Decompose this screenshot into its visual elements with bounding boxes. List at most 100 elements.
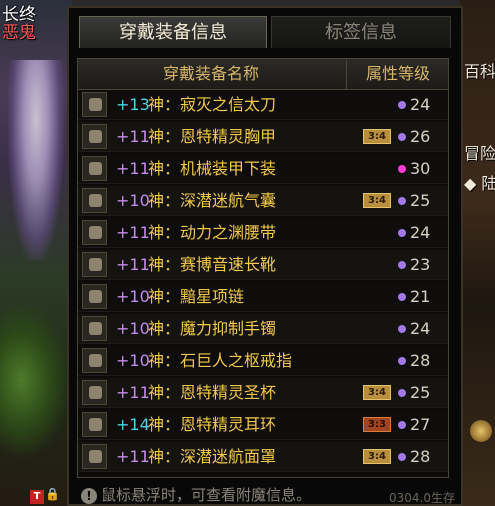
reinforce-level: +11: [116, 255, 150, 274]
table-row[interactable]: +10 神：深潜迷航气囊 3:4 25: [78, 186, 448, 216]
lock-icon: 🔒: [45, 487, 60, 501]
attribute-level: 24: [410, 319, 431, 338]
attribute-level: 24: [410, 223, 431, 242]
equipment-slot[interactable]: [82, 124, 107, 149]
equipment-slot[interactable]: [82, 316, 107, 341]
reinforce-level: +11: [116, 159, 150, 178]
equipment-slot[interactable]: [82, 444, 107, 469]
table-row[interactable]: +11 神：深潜迷航面罩 3:4 28: [78, 442, 448, 472]
equipment-slot[interactable]: [82, 380, 107, 405]
attribute-level: 21: [410, 287, 431, 306]
side-menu-text-1[interactable]: 百科: [464, 58, 495, 82]
rarity-dot-icon: [398, 325, 406, 333]
equipment-name: 神：恩特精灵耳环: [148, 415, 277, 434]
equipment-slot[interactable]: [82, 92, 107, 117]
equipment-slot[interactable]: [82, 348, 107, 373]
table-row[interactable]: +11 神：机械装甲下装 30: [78, 154, 448, 184]
necklace-icon: [89, 290, 102, 303]
rarity-dot-icon: [398, 165, 406, 173]
equipment-name: 神：动力之渊腰带: [148, 223, 277, 242]
reinforce-level: +14: [116, 415, 150, 434]
hint-footer: ! 鼠标悬浮时，可查看附魔信息。: [81, 485, 311, 505]
set-badge: 3:4: [363, 193, 391, 208]
attribute-level: 30: [410, 159, 431, 178]
table-row[interactable]: +13 神：寂灭之信太刀 24: [78, 90, 448, 120]
table-row[interactable]: +11 神：恩特精灵圣杯 3:4 25: [78, 378, 448, 408]
subweapon-icon: [89, 386, 102, 399]
set-badge: 3:4: [363, 385, 391, 400]
rarity-dot-icon: [398, 229, 406, 237]
equipment-slot[interactable]: [82, 220, 107, 245]
equipment-slot[interactable]: [82, 188, 107, 213]
header-divider: [346, 59, 347, 89]
bracelet-icon: [89, 322, 102, 335]
equipment-slot[interactable]: [82, 412, 107, 437]
attribute-level: 25: [410, 383, 431, 402]
rarity-dot-icon: [398, 101, 406, 109]
chest-armor-icon: [89, 130, 102, 143]
equipment-slot[interactable]: [82, 156, 107, 181]
equipment-name: 神：恩特精灵圣杯: [148, 383, 277, 402]
table-row[interactable]: +10 神：魔力抑制手镯 24: [78, 314, 448, 344]
attribute-level: 24: [410, 95, 431, 114]
equipment-name: 神：石巨人之枢戒指: [148, 351, 293, 370]
equipment-name: 神：机械装甲下装: [148, 159, 277, 178]
table-row[interactable]: +10 神：黯星项链 21: [78, 282, 448, 312]
tab-bar: 穿戴装备信息 标签信息: [79, 16, 453, 50]
table-header: 穿戴装备名称 属性等级: [78, 59, 448, 90]
reinforce-level: +13: [116, 95, 150, 114]
vine-decoration: [0, 300, 72, 460]
ring-icon: [89, 354, 102, 367]
header-attribute-level: 属性等级: [365, 64, 430, 83]
leg-armor-icon: [89, 162, 102, 175]
reinforce-level: +10: [116, 191, 150, 210]
t-badge-icon: T: [30, 490, 44, 504]
rarity-dot-icon: [398, 197, 406, 205]
ornament-icon: [470, 420, 492, 442]
rarity-dot-icon: [398, 357, 406, 365]
equipment-name: 神：赛博音速长靴: [148, 255, 277, 274]
rarity-dot-icon: [398, 453, 406, 461]
game-screen: 长终 恶鬼 T 🔒 百科 冒险 ◆ 陆 穿戴装备信息 标签信息 穿戴装备名称 属…: [0, 0, 495, 506]
table-row[interactable]: +10 神：石巨人之枢戒指 28: [78, 346, 448, 376]
equipment-name: 神：黯星项链: [148, 287, 245, 306]
side-menu-text-2[interactable]: 冒险: [464, 140, 495, 164]
npc-title-label: 恶鬼: [2, 23, 36, 43]
attribute-level: 26: [410, 127, 431, 146]
tab-equipped-info[interactable]: 穿戴装备信息: [79, 16, 267, 48]
attribute-level: 28: [410, 447, 431, 466]
attribute-level: 23: [410, 255, 431, 274]
attribute-level: 27: [410, 415, 431, 434]
rarity-dot-icon: [398, 133, 406, 141]
set-badge: 3:3: [363, 417, 391, 432]
reinforce-level: +10: [116, 351, 150, 370]
side-menu-text-3[interactable]: ◆ 陆: [464, 170, 495, 194]
equipment-slot[interactable]: [82, 284, 107, 309]
table-row[interactable]: +14 神：恩特精灵耳环 3:3 27: [78, 410, 448, 440]
earring-icon: [89, 418, 102, 431]
rarity-dot-icon: [398, 261, 406, 269]
equipment-name: 神：恩特精灵胸甲: [148, 127, 277, 146]
hint-text: 鼠标悬浮时，可查看附魔信息。: [101, 486, 312, 504]
equipment-name: 神：魔力抑制手镯: [148, 319, 277, 338]
equipment-name: 神：深潜迷航气囊: [148, 191, 277, 210]
equipment-name: 神：深潜迷航面罩: [148, 447, 277, 466]
equipment-table: 穿戴装备名称 属性等级 +13 神：寂灭之信太刀 24 +11 神：恩特精灵胸甲 3:4 2…: [77, 58, 449, 478]
attribute-level: 25: [410, 191, 431, 210]
table-row[interactable]: +11 神：赛博音速长靴 23: [78, 250, 448, 280]
boots-icon: [89, 258, 102, 271]
rarity-dot-icon: [398, 421, 406, 429]
rarity-dot-icon: [398, 389, 406, 397]
belt-icon: [89, 226, 102, 239]
tab-tag-info[interactable]: 标签信息: [271, 16, 451, 48]
watermark: 0304.0生存: [389, 491, 455, 505]
reinforce-level: +11: [116, 127, 150, 146]
game-scene-right: 百科 冒险 ◆ 陆: [460, 0, 495, 506]
equipment-slot[interactable]: [82, 252, 107, 277]
equipment-name: 神：寂灭之信太刀: [148, 95, 277, 114]
table-row[interactable]: +11 神：恩特精灵胸甲 3:4 26: [78, 122, 448, 152]
reinforce-level: +11: [116, 223, 150, 242]
reinforce-level: +11: [116, 383, 150, 402]
table-row[interactable]: +11 神：动力之渊腰带 24: [78, 218, 448, 248]
equipment-info-panel: 穿戴装备信息 标签信息 穿戴装备名称 属性等级 +13 神：寂灭之信太刀 24 +11…: [67, 6, 463, 506]
